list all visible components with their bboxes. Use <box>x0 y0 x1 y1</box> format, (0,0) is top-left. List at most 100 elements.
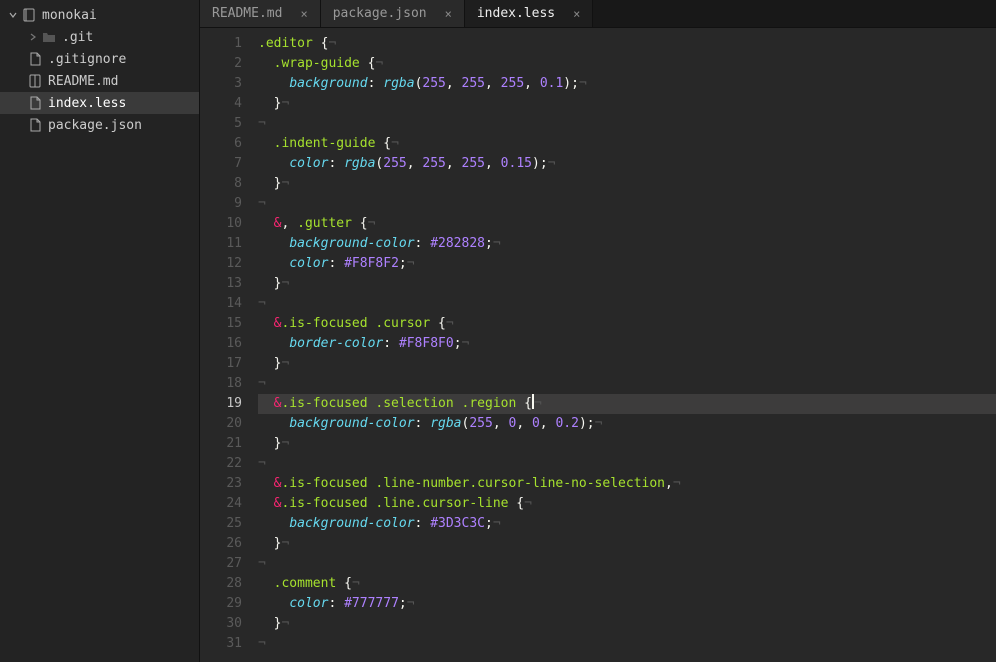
line-number[interactable]: 7 <box>200 154 242 174</box>
chevron-right-icon <box>28 32 38 42</box>
code-line[interactable]: &.is-focused .cursor {¬ <box>258 314 996 334</box>
token-invis: ¬ <box>368 216 376 231</box>
line-number[interactable]: 13 <box>200 274 242 294</box>
tab-label: package.json <box>333 6 427 21</box>
token-punc: : <box>328 156 344 171</box>
line-number[interactable]: 21 <box>200 434 242 454</box>
code-line[interactable]: .editor {¬ <box>258 34 996 54</box>
line-number[interactable]: 2 <box>200 54 242 74</box>
code-line[interactable]: ¬ <box>258 454 996 474</box>
line-number[interactable]: 20 <box>200 414 242 434</box>
code-line[interactable]: }¬ <box>258 94 996 114</box>
line-number[interactable]: 30 <box>200 614 242 634</box>
tree-item-git[interactable]: .git <box>0 26 199 48</box>
code-line[interactable]: color: rgba(255, 255, 255, 0.15);¬ <box>258 154 996 174</box>
code-line[interactable]: .indent-guide {¬ <box>258 134 996 154</box>
code-line[interactable]: .comment {¬ <box>258 574 996 594</box>
tree-root[interactable]: monokai <box>0 4 199 26</box>
code-line[interactable]: ¬ <box>258 374 996 394</box>
line-number[interactable]: 1 <box>200 34 242 54</box>
code-line[interactable]: .wrap-guide {¬ <box>258 54 996 74</box>
token-plain <box>258 256 289 271</box>
token-invis: ¬ <box>407 256 415 271</box>
line-number[interactable]: 26 <box>200 534 242 554</box>
tab-READMEmd[interactable]: README.md× <box>200 0 321 27</box>
code-line[interactable]: background-color: rgba(255, 0, 0, 0.2);¬ <box>258 414 996 434</box>
line-number[interactable]: 29 <box>200 594 242 614</box>
tree-item-packagejson[interactable]: package.json <box>0 114 199 136</box>
code-line[interactable]: background-color: #282828;¬ <box>258 234 996 254</box>
line-number[interactable]: 17 <box>200 354 242 374</box>
code-line[interactable]: &.is-focused .selection .region {¬ <box>258 394 996 414</box>
token-punc: : <box>415 236 431 251</box>
tree-item-gitignore[interactable]: .gitignore <box>0 48 199 70</box>
line-number[interactable]: 15 <box>200 314 242 334</box>
close-icon[interactable]: × <box>300 7 307 21</box>
code-line[interactable]: background: rgba(255, 255, 255, 0.1);¬ <box>258 74 996 94</box>
token-plain <box>516 396 524 411</box>
line-number[interactable]: 5 <box>200 114 242 134</box>
code-line[interactable]: ¬ <box>258 294 996 314</box>
close-icon[interactable]: × <box>445 7 452 21</box>
code-area[interactable]: .editor {¬ .wrap-guide {¬ background: rg… <box>252 28 996 662</box>
line-number[interactable]: 4 <box>200 94 242 114</box>
tree-root-label: monokai <box>42 8 97 23</box>
line-number[interactable]: 9 <box>200 194 242 214</box>
code-line[interactable]: }¬ <box>258 174 996 194</box>
token-plain <box>454 396 462 411</box>
token-plain <box>258 136 274 151</box>
line-number[interactable]: 23 <box>200 474 242 494</box>
line-number[interactable]: 25 <box>200 514 242 534</box>
line-number[interactable]: 12 <box>200 254 242 274</box>
line-number[interactable]: 19 <box>200 394 242 414</box>
code-line[interactable]: ¬ <box>258 634 996 654</box>
tree-item-READMEmd[interactable]: README.md <box>0 70 199 92</box>
code-line[interactable]: }¬ <box>258 534 996 554</box>
code-line[interactable]: border-color: #F8F8F0;¬ <box>258 334 996 354</box>
line-number[interactable]: 14 <box>200 294 242 314</box>
token-plain <box>360 56 368 71</box>
code-line[interactable]: ¬ <box>258 194 996 214</box>
code-line[interactable]: }¬ <box>258 354 996 374</box>
tree-item-indexless[interactable]: index.less <box>0 92 199 114</box>
token-plain <box>258 216 274 231</box>
line-number[interactable]: 10 <box>200 214 242 234</box>
code-line[interactable]: background-color: #3D3C3C;¬ <box>258 514 996 534</box>
code-line[interactable]: &.is-focused .line.cursor-line {¬ <box>258 494 996 514</box>
editor[interactable]: 1234567891011121314151617181920212223242… <box>200 28 996 662</box>
line-number[interactable]: 24 <box>200 494 242 514</box>
code-line[interactable]: }¬ <box>258 274 996 294</box>
line-number[interactable]: 28 <box>200 574 242 594</box>
code-line[interactable]: &, .gutter {¬ <box>258 214 996 234</box>
token-prop: background <box>289 76 367 91</box>
tab-packagejson[interactable]: package.json × <box>321 0 465 27</box>
line-number[interactable]: 22 <box>200 454 242 474</box>
token-hex: #F8F8F0 <box>399 336 454 351</box>
line-number[interactable]: 31 <box>200 634 242 654</box>
line-number[interactable]: 6 <box>200 134 242 154</box>
line-number[interactable]: 18 <box>200 374 242 394</box>
code-line[interactable]: ¬ <box>258 114 996 134</box>
token-prop: color <box>289 596 328 611</box>
close-icon[interactable]: × <box>573 7 580 21</box>
line-number[interactable]: 8 <box>200 174 242 194</box>
code-line[interactable]: ¬ <box>258 554 996 574</box>
token-plain <box>258 416 289 431</box>
file-tree: monokai .git.gitignoreREADME.mdindex.les… <box>0 0 200 662</box>
line-number[interactable]: 3 <box>200 74 242 94</box>
token-punc: ) <box>563 76 571 91</box>
code-line[interactable]: color: #777777;¬ <box>258 594 996 614</box>
token-num: 255 <box>501 76 524 91</box>
tab-indexless[interactable]: index.less× <box>465 0 594 27</box>
token-sel: .cursor-line-no-selection <box>469 476 665 491</box>
token-num: 255 <box>422 76 445 91</box>
token-sel: .cursor-line <box>415 496 509 511</box>
code-line[interactable]: color: #F8F8F2;¬ <box>258 254 996 274</box>
code-line[interactable]: }¬ <box>258 434 996 454</box>
token-punc: ; <box>399 256 407 271</box>
line-number[interactable]: 11 <box>200 234 242 254</box>
line-number[interactable]: 27 <box>200 554 242 574</box>
code-line[interactable]: }¬ <box>258 614 996 634</box>
code-line[interactable]: &.is-focused .line-number.cursor-line-no… <box>258 474 996 494</box>
line-number[interactable]: 16 <box>200 334 242 354</box>
